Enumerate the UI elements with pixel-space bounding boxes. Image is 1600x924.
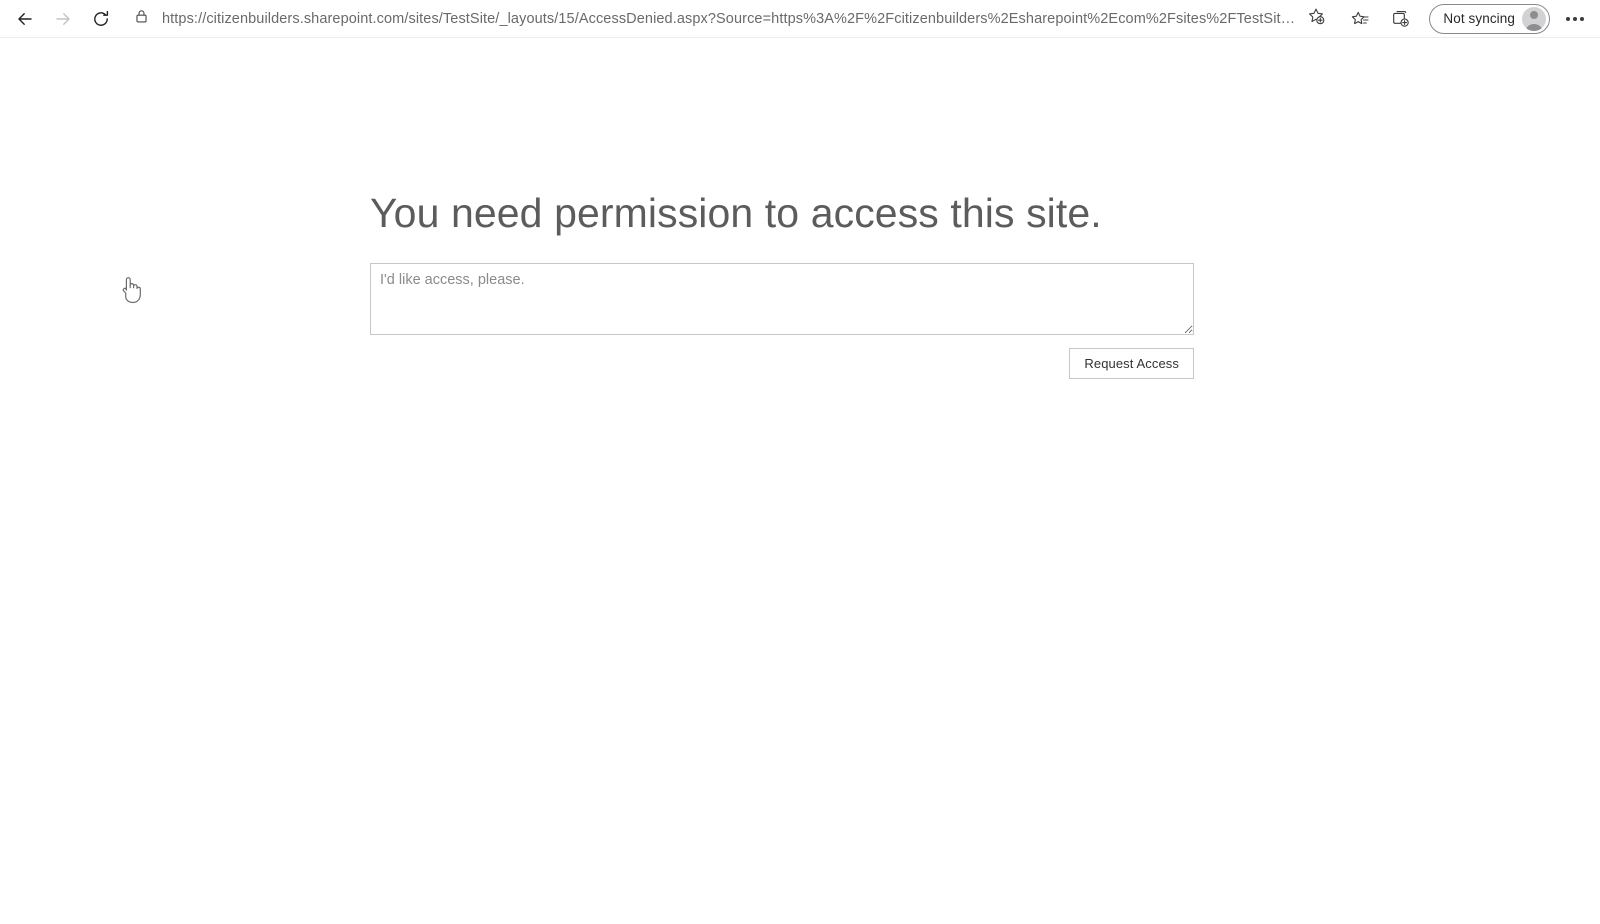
arrow-left-icon: [15, 9, 35, 29]
collections-button[interactable]: [1381, 4, 1419, 34]
lock-icon: [133, 8, 150, 30]
navigation-buttons: [0, 4, 120, 34]
mouse-cursor-pointing-hand-icon: [118, 274, 144, 306]
forward-button[interactable]: [44, 4, 82, 34]
back-button[interactable]: [6, 4, 44, 34]
reload-button[interactable]: [82, 4, 120, 34]
request-message-input[interactable]: [370, 263, 1194, 336]
request-access-button[interactable]: Request Access: [1069, 348, 1194, 380]
page-title: You need permission to access this site.: [370, 190, 1102, 236]
profile-button[interactable]: Not syncing: [1429, 3, 1550, 34]
page-body: You need permission to access this site.…: [0, 38, 1600, 923]
settings-and-more-button[interactable]: [1558, 4, 1592, 34]
button-row: Request Access: [370, 348, 1194, 380]
add-favorite-button[interactable]: [1301, 5, 1331, 33]
url-text[interactable]: https://citizenbuilders.sharepoint.com/s…: [156, 11, 1301, 27]
browser-actions: Not syncing: [1341, 3, 1600, 34]
site-information-button[interactable]: [126, 6, 156, 32]
collections-icon: [1390, 9, 1410, 29]
browser-toolbar: https://citizenbuilders.sharepoint.com/s…: [0, 0, 1600, 38]
ellipsis-icon: [1566, 16, 1584, 21]
reload-icon: [91, 9, 111, 29]
avatar-icon: [1522, 6, 1546, 31]
arrow-right-icon: [53, 9, 73, 29]
address-bar[interactable]: https://citizenbuilders.sharepoint.com/s…: [124, 3, 1336, 34]
star-plus-icon: [1306, 6, 1326, 31]
profile-sync-status-label: Not syncing: [1443, 11, 1515, 26]
favorites-button[interactable]: [1341, 4, 1379, 34]
access-denied-panel: You need permission to access this site.…: [370, 188, 1194, 380]
favorites-star-list-icon: [1350, 9, 1370, 29]
